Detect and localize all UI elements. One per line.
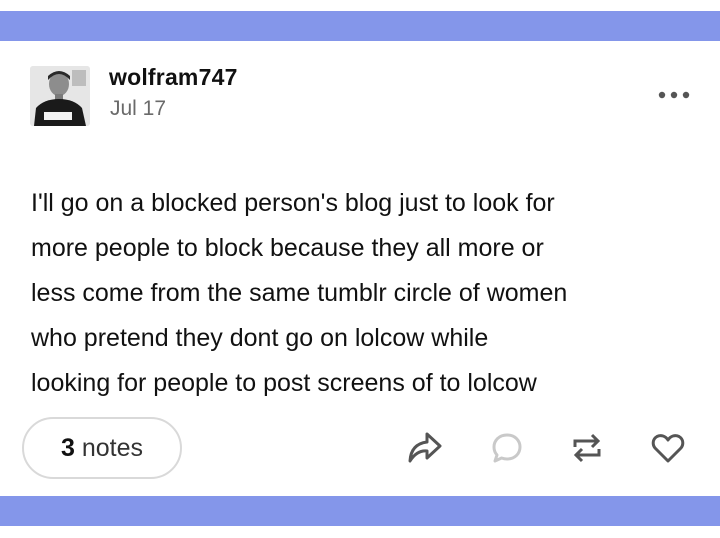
- share-icon: [408, 432, 442, 463]
- top-color-band: [0, 11, 720, 41]
- post-body-line: more people to block because they all mo…: [31, 234, 544, 262]
- post-author-username[interactable]: wolfram747: [109, 64, 238, 91]
- share-button[interactable]: [405, 428, 445, 468]
- notes-count: 3: [60, 433, 75, 462]
- post-body-line: looking for people to post screens of to…: [31, 369, 537, 397]
- post-body-line: less come from the same tumblr circle of…: [31, 279, 568, 307]
- avatar[interactable]: [30, 66, 90, 126]
- more-options-button[interactable]: [654, 84, 694, 106]
- bottom-color-band: [0, 496, 720, 526]
- avatar-image: [30, 66, 90, 126]
- reply-bubble-icon: [492, 433, 522, 463]
- notes-label: notes: [81, 433, 144, 462]
- post-body-line: who pretend they dont go on lolcow while: [31, 324, 489, 352]
- heart-icon: [651, 434, 685, 463]
- more-horizontal-icon: [658, 91, 690, 99]
- reblog-icon: [573, 433, 601, 463]
- reply-button[interactable]: [487, 428, 527, 468]
- post-body: I'll go on a blocked person's blog just …: [31, 181, 701, 406]
- post-body-line: I'll go on a blocked person's blog just …: [31, 189, 555, 217]
- reblog-button[interactable]: [567, 428, 607, 468]
- post-date[interactable]: Jul 17: [110, 97, 166, 121]
- like-button[interactable]: [648, 428, 688, 468]
- notes-button[interactable]: 3 notes: [22, 417, 182, 479]
